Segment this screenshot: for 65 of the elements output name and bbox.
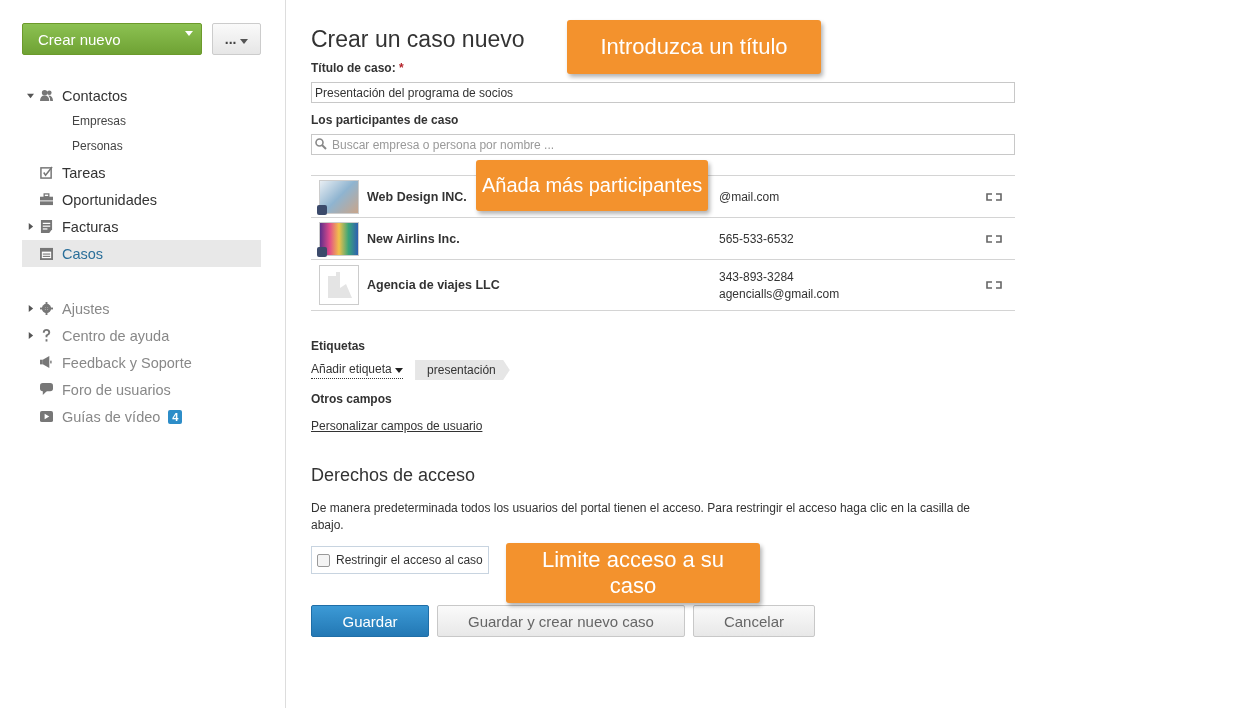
caret-icon[interactable] xyxy=(240,39,249,44)
company-badge-icon xyxy=(317,205,327,215)
photo-placeholder xyxy=(319,221,359,256)
caret-icon[interactable] xyxy=(26,305,34,312)
sidebar-subitem[interactable]: Empresas xyxy=(22,109,261,134)
sidebar-item[interactable]: Casos xyxy=(22,240,261,267)
sidebar-item[interactable]: Facturas xyxy=(22,213,261,240)
caret-icon[interactable] xyxy=(395,367,404,373)
restrict-access-checkbox[interactable]: Restringir el acceso al caso xyxy=(311,546,489,574)
play-icon xyxy=(40,410,53,423)
briefcase-icon xyxy=(40,193,53,206)
settings-icon xyxy=(40,302,53,315)
contact-info: 343-893-3284 xyxy=(719,269,795,284)
customize-fields-link[interactable]: Personalizar campos de usuario xyxy=(311,419,483,433)
section-title: Derechos de acceso xyxy=(311,465,477,486)
document-icon xyxy=(40,220,53,233)
sidebar-item[interactable]: Ajustes xyxy=(62,300,110,317)
caret-icon[interactable] xyxy=(26,223,34,230)
field-label: Etiquetas xyxy=(311,339,366,353)
callout-tooltip: Limite acceso a su caso xyxy=(506,543,760,603)
sidebar-item[interactable]: Centro de ayuda xyxy=(62,327,170,344)
sidebar-item[interactable]: Contactos xyxy=(22,82,261,109)
participant-name[interactable]: Agencia de viajes LLC xyxy=(367,278,719,292)
callout-tooltip: Introduzca un título xyxy=(567,20,821,74)
sidebar-item[interactable]: Tareas xyxy=(22,159,261,186)
contact-info: @mail.com xyxy=(719,189,781,204)
action-button[interactable]: Cancelar xyxy=(692,605,815,637)
sidebar-subitem[interactable]: Personas xyxy=(22,134,261,159)
caret-icon[interactable] xyxy=(26,332,34,339)
description-text: De manera predeterminada todos los usuarios del portal tienen el acceso. Para restringir el acceso haga clic en la casilla de abajo. xyxy=(311,500,972,534)
save-button[interactable]: Guardar xyxy=(311,605,429,637)
people-icon xyxy=(40,89,53,102)
company-badge-icon xyxy=(317,247,327,257)
sidebar-item[interactable]: Guías de vídeo xyxy=(62,408,161,425)
search-field[interactable]: Buscar empresa o persona por nombre ... xyxy=(311,134,1015,155)
sidebar-item[interactable]: Oportunidades xyxy=(22,186,261,213)
add-tag-dropdown[interactable]: Añadir etiqueta xyxy=(311,361,404,379)
help-icon xyxy=(40,329,53,342)
building-placeholder-icon xyxy=(319,265,359,305)
sidebar-item[interactable]: Feedback y Soporte xyxy=(62,354,192,371)
photo-placeholder xyxy=(319,179,359,214)
unlink-icon[interactable] xyxy=(986,281,1002,289)
field-label: Título de caso: xyxy=(311,61,396,75)
unlink-icon[interactable] xyxy=(986,234,1002,243)
contact-info: 565-533-6532 xyxy=(719,231,795,246)
checkbox-icon xyxy=(40,166,53,179)
count-badge: 4 xyxy=(168,409,183,424)
caret-icon[interactable] xyxy=(26,92,34,99)
unlink-icon[interactable] xyxy=(986,192,1002,201)
field-label: Otros campos xyxy=(311,392,393,406)
sidebar-item[interactable]: Foro de usuarios xyxy=(62,381,171,398)
field-label: Los participantes de caso xyxy=(311,113,460,127)
speech-bubble-icon xyxy=(40,383,53,396)
more-button[interactable]: ... xyxy=(212,23,261,55)
search-icon xyxy=(315,138,327,150)
page-title: Crear un caso nuevo xyxy=(311,26,525,53)
megaphone-icon xyxy=(40,356,53,369)
tag: presentación xyxy=(415,360,510,380)
contact-info: agencialls@gmail.com xyxy=(719,286,841,301)
action-button[interactable]: Guardar y crear nuevo caso xyxy=(437,605,685,637)
callout-tooltip: Añada más participantes xyxy=(476,160,709,211)
participant-name[interactable]: New Airlins Inc. xyxy=(367,231,719,246)
required-mark: * xyxy=(399,61,404,75)
calendar-icon xyxy=(40,247,53,260)
case-title-input[interactable]: Presentación del programa de socios xyxy=(311,82,1015,103)
